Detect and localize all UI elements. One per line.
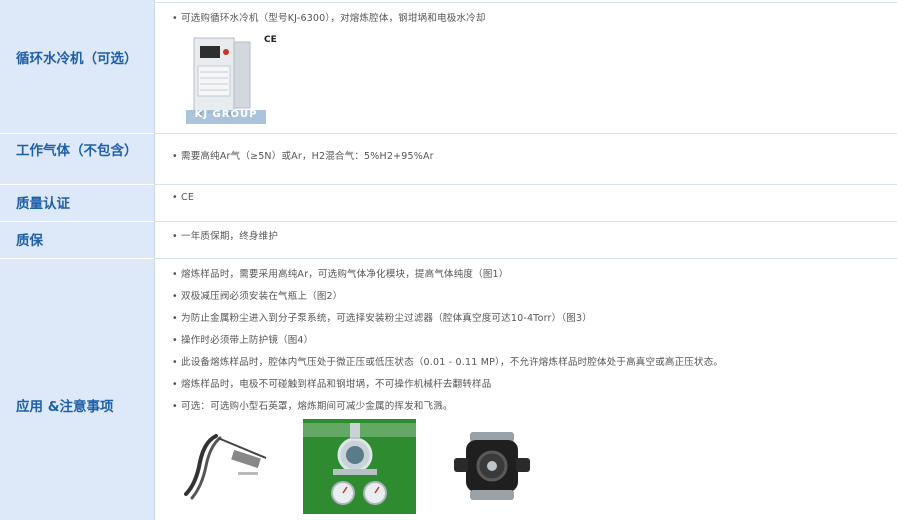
row-label-applications: 应用 &注意事项 [16,399,114,415]
figure-2-regulator-image [303,419,416,514]
ce-mark: CE [264,35,277,45]
row-text-certification: • CE [172,192,195,203]
row-divider [154,133,897,134]
row-label-working-gas: 工作气体（不包含） [16,143,138,159]
row-divider [154,221,897,222]
row-divider [0,221,154,222]
note-line: • 可选：可选购小型石英罩，熔炼期间可减少金属的挥发和飞溅。 [172,401,453,412]
spec-table: 循环水冷机（可选） • 可选购循环水冷机（型号KJ-6300），对熔炼腔体，钢坩… [0,0,897,520]
label-column [0,0,154,520]
figure-3-filter-image [452,428,532,504]
note-line: • 操作时必须带上防护镜（图4） [172,335,314,346]
row-label-certification: 质量认证 [16,196,70,212]
row-text-working-gas: • 需要高纯Ar气（≥5N）或Ar，H2混合气：5%H2+95%Ar [172,151,434,162]
row-label-water-chiller: 循环水冷机（可选） [16,51,138,67]
water-chiller-image: KJ GROUP [186,32,266,124]
figure-1-purifier-image [176,428,274,506]
column-divider [154,0,155,520]
row-text-water-chiller: • 可选购循环水冷机（型号KJ-6300），对熔炼腔体，钢坩埚和电极水冷却 [172,13,486,24]
note-line: • 熔炼样品时，需要采用高纯Ar，可选购气体净化模块，提高气体纯度（图1） [172,269,509,280]
row-divider [0,258,154,259]
note-line: • 为防止金属粉尘进入到分子泵系统，可选择安装粉尘过滤器（腔体真空度可达10-4… [172,313,592,324]
row-divider [154,258,897,259]
row-divider [0,133,154,134]
watermark-text: KJ GROUP [194,109,258,120]
row-divider [154,2,897,3]
row-label-warranty: 质保 [16,233,43,249]
row-text-warranty: • 一年质保期，终身维护 [172,231,279,242]
note-line: • 此设备熔炼样品时，腔体内气压处于微正压或低压状态（0.01 - 0.11 M… [172,357,724,368]
row-divider [154,184,897,185]
note-line: • 熔炼样品时，电极不可碰触到样品和钢坩埚，不可操作机械杆去翻转样品 [172,379,492,390]
note-line: • 双极减压阀必须安装在气瓶上（图2） [172,291,343,302]
row-divider [0,184,154,185]
